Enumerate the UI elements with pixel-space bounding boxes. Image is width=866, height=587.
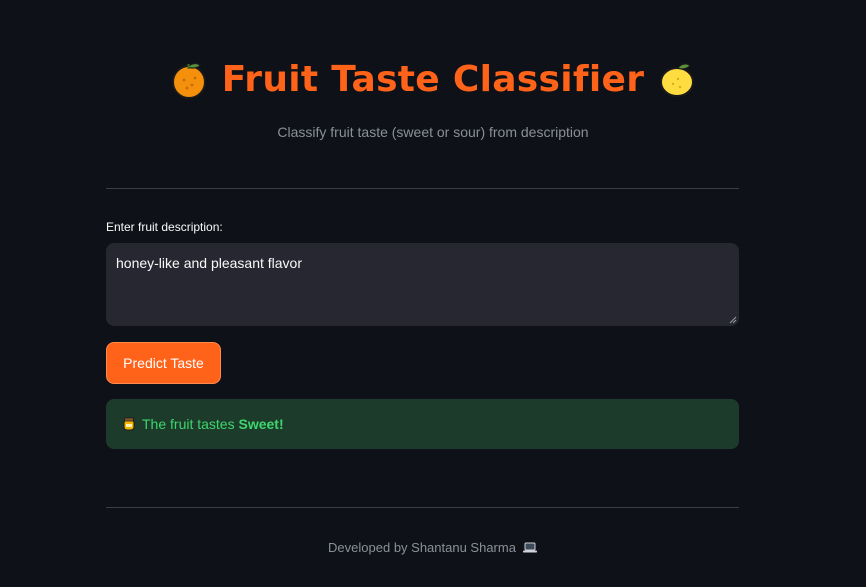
honey-pot-icon <box>123 417 135 431</box>
result-value: Sweet! <box>238 416 284 432</box>
top-divider <box>106 188 739 189</box>
description-label: Enter fruit description: <box>106 220 223 234</box>
description-field-container: honey-like and pleasant flavor <box>106 243 739 326</box>
result-alert: The fruit tastes Sweet! <box>106 399 739 449</box>
footer-text: Developed by Shantanu Sharma <box>328 540 516 555</box>
title-row: Fruit Taste Classifier <box>0 58 866 100</box>
app-page: Fruit Taste Classifier Classify fruit ta… <box>0 0 866 587</box>
description-textarea[interactable]: honey-like and pleasant flavor <box>106 243 739 326</box>
footer: Developed by Shantanu Sharma <box>0 540 866 555</box>
resize-handle-icon[interactable] <box>729 316 737 324</box>
result-prefix: The fruit tastes <box>142 416 239 432</box>
laptop-icon <box>522 542 537 552</box>
predict-taste-button[interactable]: Predict Taste <box>106 342 221 384</box>
page-title: Fruit Taste Classifier <box>221 58 645 100</box>
bottom-divider <box>106 507 739 508</box>
orange-fruit-icon <box>171 62 206 99</box>
lemon-icon <box>660 63 695 97</box>
result-text: The fruit tastes Sweet! <box>142 416 284 432</box>
page-subtitle: Classify fruit taste (sweet or sour) fro… <box>277 124 589 140</box>
